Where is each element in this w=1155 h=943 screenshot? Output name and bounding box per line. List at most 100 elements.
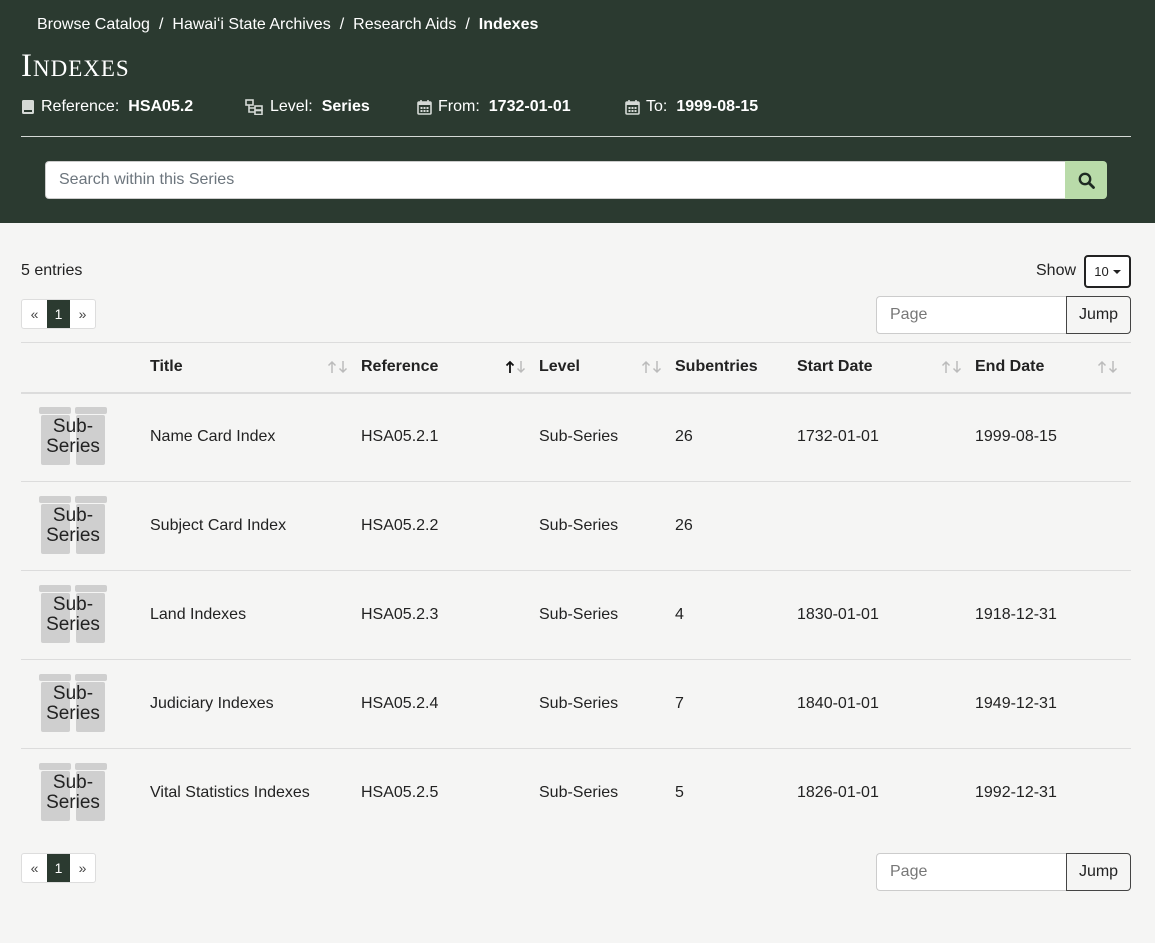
series-search <box>45 161 1107 199</box>
sub-series-icon: Sub-Series <box>38 496 108 556</box>
prev-page-button[interactable]: « <box>22 300 47 328</box>
row-start-date: 1840-01-01 <box>797 659 975 749</box>
row-end-date <box>975 481 1131 571</box>
from-label: From: <box>438 98 480 115</box>
show-label: Show <box>1036 262 1077 279</box>
row-level: Sub-Series <box>539 570 675 660</box>
table-row[interactable]: Sub-Series Judiciary Indexes HSA05.2.4 S… <box>21 659 1131 749</box>
to-value: 1999-08-15 <box>676 98 759 115</box>
breadcrumb-browse-catalog[interactable]: Browse Catalog <box>37 16 150 34</box>
subentries-header-label: Subentries <box>675 358 758 376</box>
next-page-button[interactable]: » <box>70 300 95 328</box>
subentries-column-header: Subentries <box>675 342 797 394</box>
icon-label: Sub-Series <box>46 416 100 458</box>
icon-label: Sub-Series <box>46 594 100 635</box>
row-subentries: 4 <box>675 570 797 660</box>
icon-label: Sub-Series <box>46 505 100 546</box>
sort-icon[interactable] <box>1097 360 1119 374</box>
sort-icon[interactable] <box>641 360 663 374</box>
jump-to-page-bottom: Jump <box>876 853 1131 891</box>
breadcrumb-research-aids[interactable]: Research Aids <box>353 16 456 34</box>
row-title[interactable]: Judiciary Indexes <box>150 659 361 749</box>
row-level: Sub-Series <box>539 392 675 482</box>
start-date-column-header[interactable]: Start Date <box>797 342 975 394</box>
page-input[interactable] <box>876 296 1066 334</box>
table-row[interactable]: Sub-Series Name Card Index HSA05.2.1 Sub… <box>21 392 1131 482</box>
icon-column-header <box>21 342 150 394</box>
page-header: Browse Catalog / Hawaiʻi State Archives … <box>0 0 1155 223</box>
search-icon <box>1078 172 1095 189</box>
end-date-column-header[interactable]: End Date <box>975 342 1131 394</box>
row-level: Sub-Series <box>539 659 675 749</box>
hierarchy-icon <box>245 99 263 115</box>
jump-button[interactable]: Jump <box>1066 296 1131 334</box>
table-header-row: Title Reference Level Subentries Start D… <box>21 342 1131 394</box>
breadcrumb-separator: / <box>339 16 345 33</box>
sort-ascending-icon[interactable] <box>505 360 527 374</box>
calendar-icon <box>417 100 432 115</box>
page-input[interactable] <box>876 853 1066 891</box>
row-reference: HSA05.2.1 <box>361 392 539 482</box>
row-title[interactable]: Land Indexes <box>150 570 361 660</box>
page-number-button[interactable]: 1 <box>47 300 70 328</box>
row-reference: HSA05.2.5 <box>361 784 439 802</box>
row-title[interactable]: Name Card Index <box>150 392 361 482</box>
level-value: Series <box>321 98 370 115</box>
to-label: To: <box>646 98 668 115</box>
meta-level: Level: Series <box>245 98 370 116</box>
calendar-icon <box>625 100 640 115</box>
row-subentries: 26 <box>675 481 797 571</box>
jump-button[interactable]: Jump <box>1066 853 1131 891</box>
prev-page-button[interactable]: « <box>22 854 47 882</box>
entries-table: Title Reference Level Subentries Start D… <box>21 342 1131 838</box>
next-page-button[interactable]: » <box>70 854 95 882</box>
jump-to-page-top: Jump <box>876 296 1131 334</box>
row-subentries: 7 <box>675 659 797 749</box>
meta-reference: Reference: HSA05.2 <box>21 98 193 116</box>
row-level: Sub-Series <box>539 784 619 802</box>
page-number-button[interactable]: 1 <box>47 854 70 882</box>
reference-value: HSA05.2 <box>128 98 194 115</box>
level-label: Level: <box>270 98 313 115</box>
row-end-date: 1992-12-31 <box>975 784 1057 802</box>
reference-label: Reference: <box>41 98 120 115</box>
icon-label: Sub-Series <box>46 683 100 724</box>
sub-series-icon: Sub-Series <box>38 674 108 734</box>
sort-icon[interactable] <box>941 360 963 374</box>
row-reference: HSA05.2.3 <box>361 570 539 660</box>
table-row[interactable]: Sub-Series Subject Card Index HSA05.2.2 … <box>21 481 1131 571</box>
pagination-bottom: « 1 » <box>21 853 96 883</box>
breadcrumb-separator: / <box>158 16 164 33</box>
breadcrumb: Browse Catalog / Hawaiʻi State Archives … <box>37 16 538 34</box>
search-input[interactable] <box>45 161 1065 199</box>
page-size-select[interactable]: 10 <box>1084 255 1131 288</box>
row-reference: HSA05.2.4 <box>361 659 539 749</box>
breadcrumb-separator: / <box>465 16 470 33</box>
row-reference: HSA05.2.2 <box>361 481 539 571</box>
row-start-date: 1826-01-01 <box>797 784 879 802</box>
sub-series-icon: Sub-Series <box>38 585 108 645</box>
table-row[interactable]: Sub-Series Land Indexes HSA05.2.3 Sub-Se… <box>21 570 1131 660</box>
header-divider <box>21 136 1131 137</box>
meta-from: From: 1732-01-01 <box>417 98 571 116</box>
row-title[interactable]: Vital Statistics Indexes <box>150 749 361 838</box>
from-value: 1732-01-01 <box>488 98 571 115</box>
search-button[interactable] <box>1065 161 1107 199</box>
row-title[interactable]: Subject Card Index <box>150 481 361 571</box>
row-end-date: 1949-12-31 <box>975 659 1131 749</box>
page-size-value: 10 <box>1094 264 1109 279</box>
table-row[interactable]: Sub-Series Vital Statistics Indexes HSA0… <box>21 749 1131 838</box>
breadcrumb-hawaii-state-archives[interactable]: Hawaiʻi State Archives <box>172 16 330 34</box>
end-date-header-label: End Date <box>975 358 1045 376</box>
title-column-header[interactable]: Title <box>150 342 361 394</box>
entries-count: 5 entries <box>21 262 83 279</box>
row-start-date: 1732-01-01 <box>797 392 975 482</box>
document-icon <box>22 100 34 114</box>
reference-column-header[interactable]: Reference <box>361 342 539 394</box>
row-end-date: 1999-08-15 <box>975 392 1131 482</box>
row-subentries: 26 <box>675 392 797 482</box>
level-column-header[interactable]: Level <box>539 342 675 394</box>
sub-series-icon: Sub-Series <box>38 763 108 823</box>
sort-icon[interactable] <box>327 360 349 374</box>
pagination-top: « 1 » <box>21 299 96 329</box>
